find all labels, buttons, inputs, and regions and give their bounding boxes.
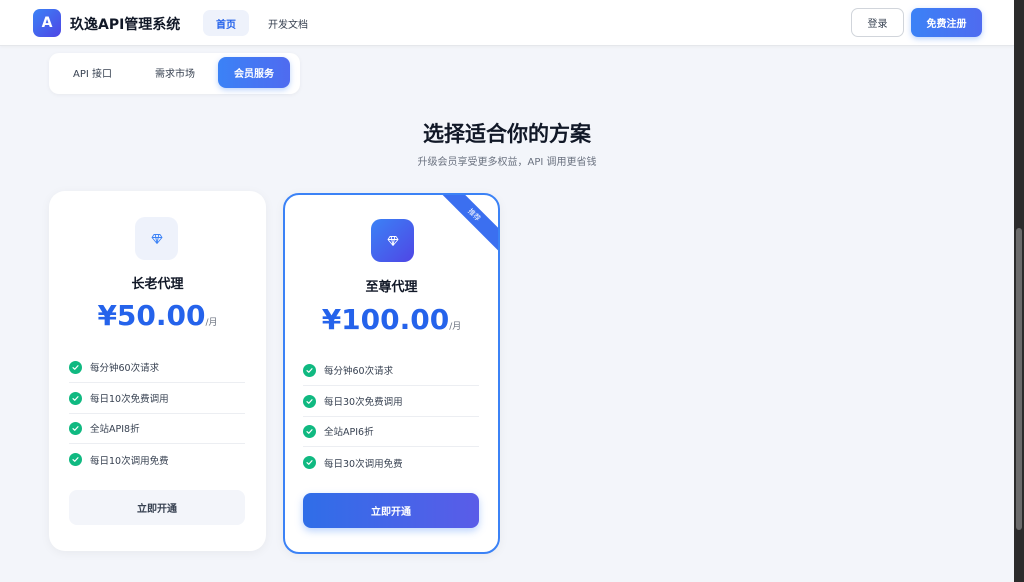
subtab-api[interactable]: API 接口 xyxy=(57,57,128,88)
feature-item: 每日30次免费调用 xyxy=(303,386,479,417)
feature-text: 每分钟60次请求 xyxy=(324,366,394,377)
check-icon xyxy=(303,424,316,438)
feature-text: 全站API6折 xyxy=(324,427,374,438)
check-icon xyxy=(303,456,316,469)
check-icon xyxy=(69,453,82,466)
feature-text: 每分钟60次请求 xyxy=(90,363,160,374)
subscribe-button[interactable]: 立即开通 xyxy=(303,493,479,528)
subtab-market[interactable]: 需求市场 xyxy=(139,57,211,88)
plan-card-premium: 推荐 至尊代理 ¥100.00/月 每分钟60次请求 每日30次免费调用 全站A… xyxy=(283,193,500,554)
plan-price: ¥50.00/月 xyxy=(49,299,266,332)
section-subtitle: 升级会员享受更多权益，API 调用更省钱 xyxy=(417,157,597,168)
recommended-ribbon: 推荐 xyxy=(432,195,498,257)
nav-tab-docs[interactable]: 开发文档 xyxy=(255,10,321,36)
feature-item: 每日30次调用免费 xyxy=(303,447,479,478)
price-amount: ¥100.00 xyxy=(321,303,450,336)
scrollbar-thumb[interactable] xyxy=(1016,228,1022,530)
check-icon xyxy=(303,394,316,408)
price-amount: ¥50.00 xyxy=(97,299,206,332)
plan-price: ¥100.00/月 xyxy=(285,303,498,336)
subscribe-button[interactable]: 立即开通 xyxy=(69,490,245,525)
diamond-icon xyxy=(371,219,414,262)
feature-text: 每日30次免费调用 xyxy=(324,397,403,408)
feature-item: 每分钟60次请求 xyxy=(303,355,479,386)
feature-text: 全站API8折 xyxy=(90,424,140,435)
app-name[interactable]: 玖逸API管理系统 xyxy=(70,14,180,34)
feature-item: 全站API8折 xyxy=(69,413,245,444)
check-icon xyxy=(69,391,82,405)
sub-tabs: API 接口 需求市场 会员服务 xyxy=(49,53,300,94)
section-title: 选择适合你的方案 xyxy=(423,122,591,146)
feature-text: 每日10次调用免费 xyxy=(90,455,169,467)
feature-item: 每日10次免费调用 xyxy=(69,383,245,414)
price-unit: /月 xyxy=(205,318,218,328)
feature-item: 每日10次调用免费 xyxy=(69,444,245,475)
plan-card-basic: 长老代理 ¥50.00/月 每分钟60次请求 每日10次免费调用 全站API8折… xyxy=(49,191,266,551)
nav-tab-home[interactable]: 首页 xyxy=(203,10,249,36)
feature-text: 每日30次调用免费 xyxy=(324,458,403,470)
feature-item: 每分钟60次请求 xyxy=(69,352,245,383)
check-icon xyxy=(69,421,82,435)
register-button[interactable]: 免费注册 xyxy=(911,8,982,37)
plan-name: 长老代理 xyxy=(131,277,184,292)
check-icon xyxy=(69,360,82,374)
top-header: A 玖逸API管理系统 首页 开发文档 登录 免费注册 xyxy=(0,0,1014,46)
feature-item: 全站API6折 xyxy=(303,416,479,447)
check-icon xyxy=(303,363,316,377)
diamond-icon xyxy=(135,217,178,260)
plan-name: 至尊代理 xyxy=(365,280,418,295)
logo-icon[interactable]: A xyxy=(33,9,61,37)
price-unit: /月 xyxy=(449,322,462,332)
feature-text: 每日10次免费调用 xyxy=(90,394,169,405)
login-button[interactable]: 登录 xyxy=(851,8,904,37)
subtab-membership[interactable]: 会员服务 xyxy=(218,57,290,88)
